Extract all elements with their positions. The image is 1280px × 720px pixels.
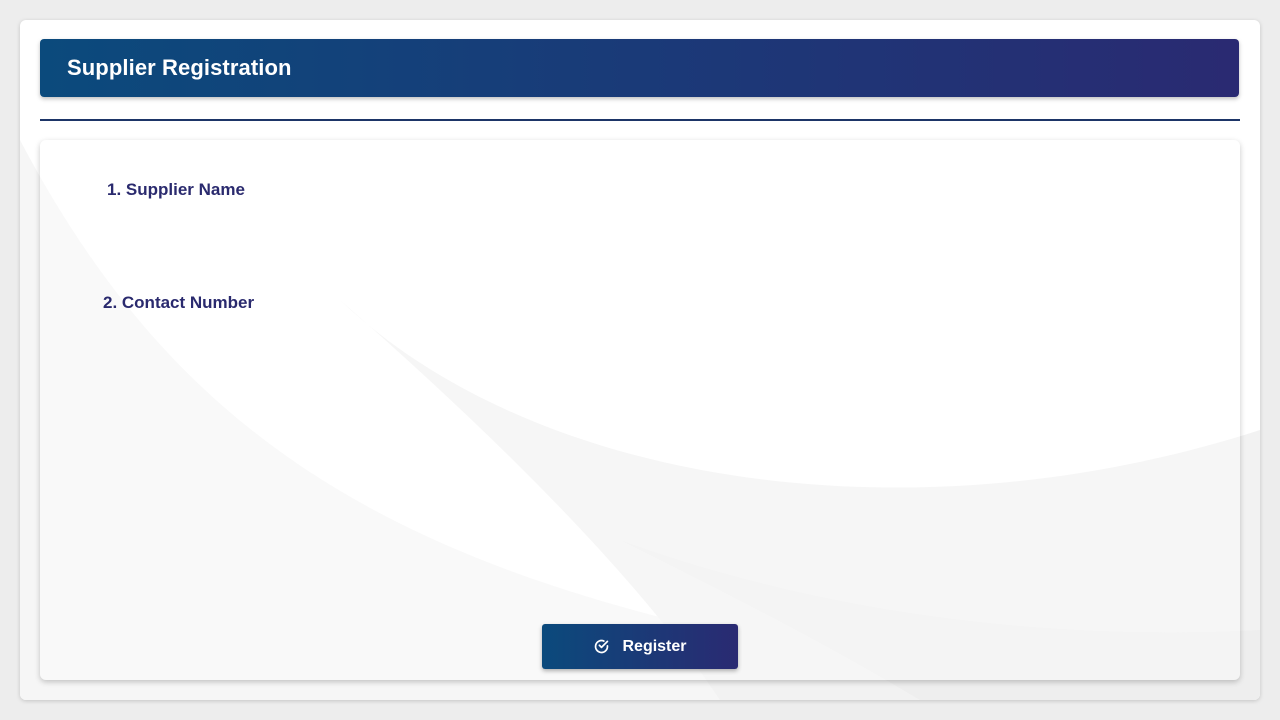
- register-button-label: Register: [622, 637, 687, 655]
- page-header: Supplier Registration: [40, 39, 1239, 97]
- supplier-name-label: 1. Supplier Name: [107, 180, 245, 199]
- page-title: Supplier Registration: [67, 55, 292, 80]
- page-container: Supplier Registration 1. Supplier Name 2…: [20, 20, 1260, 700]
- check-circle-icon: [595, 639, 609, 654]
- header-divider: [40, 119, 1240, 121]
- register-button[interactable]: Register: [542, 624, 738, 669]
- contact-number-label: 2. Contact Number: [103, 293, 255, 312]
- registration-form: 1. Supplier Name 2. Contact Number Regis…: [40, 140, 1240, 680]
